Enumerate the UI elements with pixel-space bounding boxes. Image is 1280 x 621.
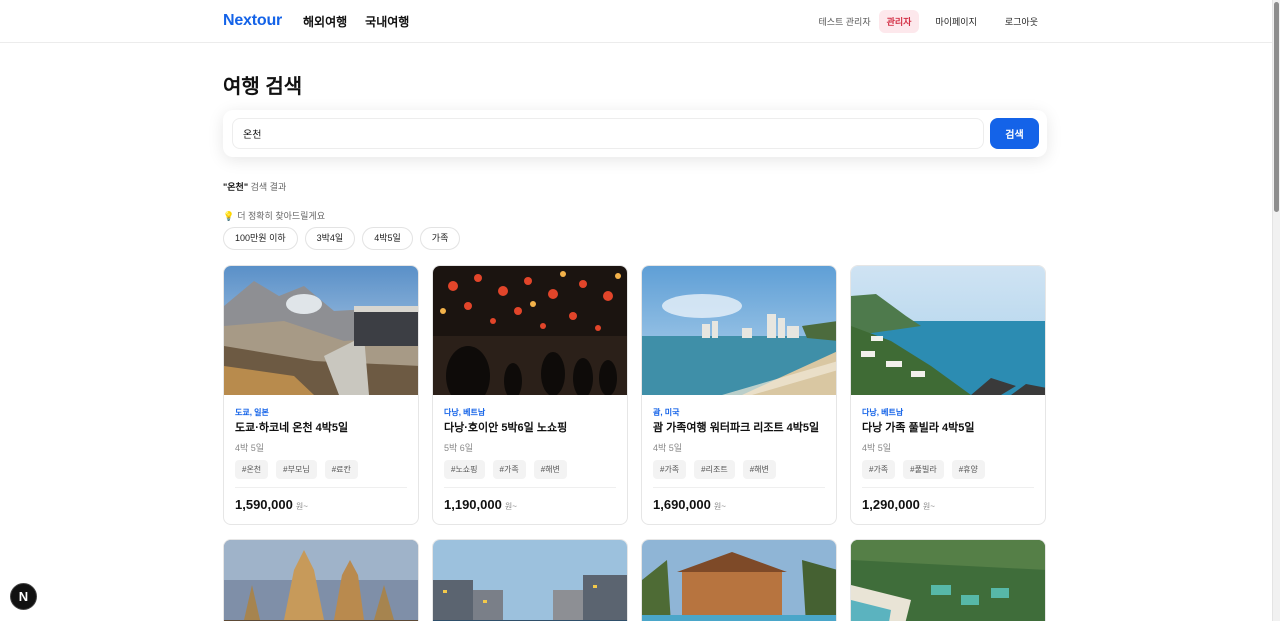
tour-price-unit: 원~ <box>504 502 517 511</box>
chip-price[interactable]: 100만원 이하 <box>223 227 298 250</box>
hint-text: 더 정확히 찾아드릴게요 <box>237 211 326 221</box>
tour-tag: #리조트 <box>694 460 735 479</box>
tour-card[interactable] <box>641 539 837 621</box>
tour-tag: #풀빌라 <box>903 460 944 479</box>
tour-image <box>224 540 418 621</box>
tour-image <box>433 540 627 621</box>
main-nav: 해외여행 국내여행 <box>303 13 409 30</box>
tour-location: 도쿄, 일본 <box>235 408 269 417</box>
tour-price: 1,690,000 원~ <box>653 497 726 512</box>
user-name: 테스트 관리자 <box>818 17 871 27</box>
tour-price: 1,190,000 원~ <box>444 497 517 512</box>
tour-price-value: 1,590,000 <box>235 497 293 512</box>
logout-link[interactable]: 로그아웃 <box>993 10 1050 33</box>
tour-card[interactable]: 괌, 미국 괌 가족여행 워터파크 리조트 4박5일 4박 5일 #가족 #리조… <box>641 265 837 525</box>
card-divider <box>235 487 407 488</box>
card-divider <box>444 487 616 488</box>
tour-card[interactable] <box>223 539 419 621</box>
search-box: 검색 <box>223 110 1047 157</box>
tour-duration: 4박 5일 <box>235 443 265 453</box>
tour-card[interactable]: 다낭, 베트남 다낭·호이안 5박6일 노쇼핑 5박 6일 #노쇼핑 #가족 #… <box>432 265 628 525</box>
tour-price-value: 1,290,000 <box>862 497 920 512</box>
tour-tag: #가족 <box>862 460 896 479</box>
tour-image <box>642 540 836 621</box>
result-query: "온천" <box>223 182 249 192</box>
tour-title[interactable]: 다낭 가족 풀빌라 4박5일 <box>862 419 974 435</box>
chip-3n4d[interactable]: 3박4일 <box>304 227 356 250</box>
hint-row: 💡 더 정확히 찾아드릴게요 <box>223 209 325 222</box>
result-summary: "온천" 검색 결과 <box>223 180 286 193</box>
tour-price: 1,590,000 원~ <box>235 497 308 512</box>
tour-price-unit: 원~ <box>713 502 726 511</box>
chip-4n5d[interactable]: 4박5일 <box>362 227 413 250</box>
tour-title[interactable]: 괌 가족여행 워터파크 리조트 4박5일 <box>653 419 819 435</box>
mypage-link[interactable]: 마이페이지 <box>923 10 988 33</box>
tour-image <box>851 540 1045 621</box>
nav-overseas-travel[interactable]: 해외여행 <box>303 13 347 30</box>
scrollbar[interactable] <box>1272 0 1280 621</box>
tour-price-unit: 원~ <box>922 502 935 511</box>
tour-image <box>642 266 836 395</box>
tour-title[interactable]: 도쿄·하코네 온천 4박5일 <box>235 419 348 435</box>
tour-image <box>851 266 1045 395</box>
search-input[interactable] <box>232 118 984 149</box>
tour-card[interactable] <box>432 539 628 621</box>
tour-image <box>433 266 627 395</box>
tour-price: 1,290,000 원~ <box>862 497 935 512</box>
tour-tag: #노쇼핑 <box>444 460 485 479</box>
tour-price-value: 1,690,000 <box>653 497 711 512</box>
admin-button[interactable]: 관리자 <box>878 10 920 33</box>
tour-tag: #온천 <box>235 460 269 479</box>
nav-domestic-travel[interactable]: 국내여행 <box>365 13 409 30</box>
tour-tag: #해변 <box>742 460 776 479</box>
tour-location: 다낭, 베트남 <box>862 408 904 417</box>
tour-location: 괌, 미국 <box>653 408 680 417</box>
tour-duration: 4박 5일 <box>653 443 683 453</box>
search-button[interactable]: 검색 <box>990 118 1039 149</box>
tour-card[interactable]: 다낭, 베트남 다낭 가족 풀빌라 4박5일 4박 5일 #가족 #풀빌라 #휴… <box>850 265 1046 525</box>
filter-chips: 100만원 이하 3박4일 4박5일 가족 <box>223 227 461 250</box>
tour-card[interactable] <box>850 539 1046 621</box>
tour-price-unit: 원~ <box>295 502 308 511</box>
tour-location: 다낭, 베트남 <box>444 408 486 417</box>
chip-family[interactable]: 가족 <box>419 227 461 250</box>
tour-tags: #노쇼핑 #가족 #해변 <box>444 460 567 479</box>
tour-tag: #가족 <box>653 460 687 479</box>
top-header: Nextour 해외여행 국내여행 테스트 관리자 관리자 마이페이지 로그아웃 <box>0 0 1272 43</box>
result-suffix: 검색 결과 <box>248 182 287 192</box>
lightbulb-icon: 💡 <box>223 211 235 221</box>
user-menu: 테스트 관리자 관리자 마이페이지 로그아웃 <box>818 10 1050 33</box>
tour-tags: #온천 #부모님 #료칸 <box>235 460 358 479</box>
scrollbar-thumb[interactable] <box>1274 2 1279 212</box>
tour-tag: #료칸 <box>324 460 358 479</box>
tour-tags: #가족 #풀빌라 #휴양 <box>862 460 985 479</box>
logo[interactable]: Nextour <box>223 12 282 30</box>
card-divider <box>862 487 1034 488</box>
tour-card[interactable]: 도쿄, 일본 도쿄·하코네 온천 4박5일 4박 5일 #온천 #부모님 #료칸… <box>223 265 419 525</box>
tour-tag: #부모님 <box>276 460 317 479</box>
page-title: 여행 검색 <box>223 76 303 98</box>
tour-title[interactable]: 다낭·호이안 5박6일 노쇼핑 <box>444 419 567 435</box>
tour-duration: 5박 6일 <box>444 443 474 453</box>
card-divider <box>653 487 825 488</box>
tour-price-value: 1,190,000 <box>444 497 502 512</box>
next-dev-badge[interactable]: N <box>10 583 37 610</box>
tour-tag: #휴양 <box>951 460 985 479</box>
tour-tag: #해변 <box>533 460 567 479</box>
tour-image <box>224 266 418 395</box>
tour-tag: #가족 <box>492 460 526 479</box>
tour-tags: #가족 #리조트 #해변 <box>653 460 776 479</box>
tour-duration: 4박 5일 <box>862 443 892 453</box>
